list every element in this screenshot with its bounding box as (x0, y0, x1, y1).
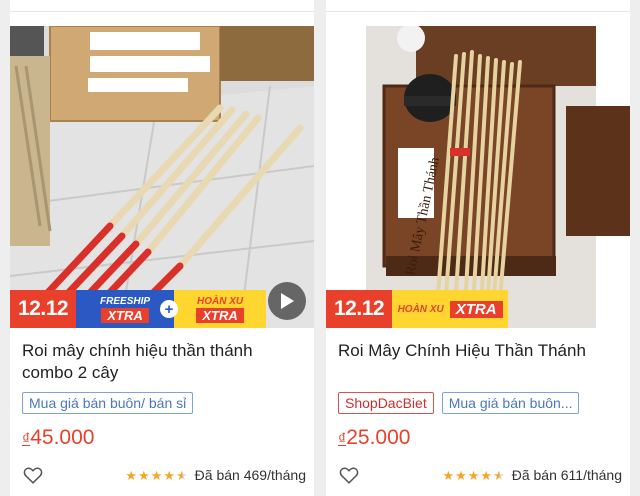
star-icon: ★ (163, 467, 176, 483)
wholesale-tag[interactable]: Mua giá bán buôn... (441, 392, 580, 414)
star-icon: ★ (442, 467, 455, 483)
product-image-2[interactable]: Roi Mây Thần Thánh 12.12 HOÀN XU XTRA (326, 26, 630, 328)
play-icon[interactable] (268, 282, 306, 320)
star-icon: ★ (467, 467, 480, 483)
wholesale-tag[interactable]: Mua giá bán buôn/ bán sỉ (22, 392, 194, 414)
hoan-xu-xtra-label: XTRA (449, 300, 503, 318)
star-icon: ★ (455, 467, 467, 483)
currency-symbol: ₫ (338, 431, 347, 448)
price-value: 25.000 (346, 426, 411, 449)
freeship-xtra-label: XTRA (101, 307, 149, 323)
plus-icon: + (160, 300, 178, 318)
card-top-edge (326, 0, 630, 12)
rating-stars: ★ ★ ★ ★ ★ Đã bán 611/tháng (442, 467, 622, 483)
promo-date: 12.12 (326, 290, 393, 328)
promo-date: 12.12 (10, 290, 77, 328)
star-icon: ★ (480, 467, 493, 483)
star-icon: ★ (150, 467, 163, 483)
hoan-xu-xtra-label: XTRA (196, 307, 244, 323)
product-price: ₫45.000 (22, 426, 94, 450)
star-half-icon: ★ (493, 467, 505, 483)
price-value: 45.000 (30, 426, 95, 449)
rating-stars: ★ ★ ★ ★ ★ Đã bán 469/tháng (125, 467, 306, 483)
product-card-2[interactable]: Roi Mây Thần Thánh 12.12 HOÀN XU XTRA Ro… (326, 0, 630, 496)
product-image-1[interactable]: 12.12 FREESHIP XTRA HOÀN XU XTRA + (10, 26, 314, 328)
heart-outline-icon[interactable] (338, 464, 360, 486)
hoan-xu-badge: HOÀN XU XTRA (174, 290, 267, 328)
product-card-1[interactable]: 12.12 FREESHIP XTRA HOÀN XU XTRA + Roi m… (10, 0, 314, 496)
card-footer: ★ ★ ★ ★ ★ Đã bán 469/tháng (22, 462, 306, 488)
card-footer: ★ ★ ★ ★ ★ Đã bán 611/tháng (338, 462, 622, 488)
product-tags: ShopDacBiet Mua giá bán buôn... (338, 392, 580, 414)
hoan-xu-badge: HOÀN XU XTRA (392, 290, 509, 328)
card-top-edge (10, 0, 314, 12)
product-tags: Mua giá bán buôn/ bán sỉ (22, 392, 194, 414)
sold-count: Đã bán 611/tháng (511, 467, 622, 483)
sold-count: Đã bán 469/tháng (194, 467, 306, 483)
star-icon: ★ (138, 467, 150, 483)
product-price: ₫25.000 (338, 426, 410, 450)
star-half-icon: ★ (176, 467, 188, 483)
heart-outline-icon[interactable] (22, 464, 44, 486)
hoan-xu-label: HOÀN XU (197, 295, 244, 307)
product-title[interactable]: Roi Mây Chính Hiệu Thần Thánh (338, 340, 620, 362)
product-title[interactable]: Roi mây chính hiệu thần thánh combo 2 câ… (22, 340, 304, 384)
promo-banner: 12.12 HOÀN XU XTRA (326, 290, 509, 328)
currency-symbol: ₫ (22, 431, 31, 448)
shop-dac-biet-tag[interactable]: ShopDacBiet (338, 392, 434, 414)
star-icon: ★ (125, 467, 138, 483)
freeship-label: FREESHIP (100, 295, 151, 307)
hoan-xu-label: HOÀN XU (397, 303, 444, 315)
promo-banner: 12.12 FREESHIP XTRA HOÀN XU XTRA + (10, 290, 267, 328)
